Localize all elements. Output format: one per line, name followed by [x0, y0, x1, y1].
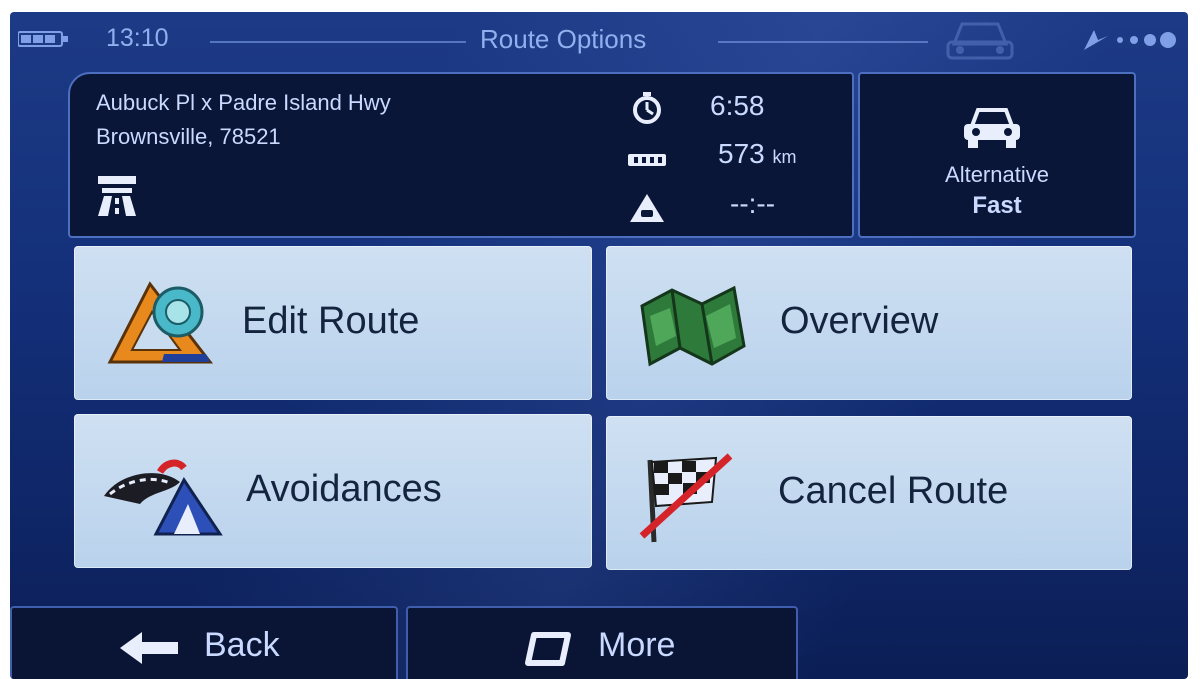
route-distance: 573 km: [718, 138, 797, 170]
cancel-route-label: Cancel Route: [778, 470, 1009, 512]
traffic-warning-icon: [630, 194, 664, 222]
navigation-screen: 13:10 Route Options Aubuck Pl x Padre Is…: [10, 12, 1188, 679]
back-button[interactable]: Back: [10, 606, 398, 679]
back-label: Back: [204, 626, 280, 664]
stopwatch-icon: [633, 92, 661, 124]
more-button[interactable]: More: [406, 606, 798, 679]
edit-route-button[interactable]: Edit Route: [74, 246, 592, 400]
more-icon: [525, 632, 571, 666]
distance-unit: km: [772, 147, 797, 167]
route-summary-panel[interactable]: Aubuck Pl x Padre Island Hwy Brownsville…: [68, 72, 854, 238]
folded-map-icon: [640, 285, 746, 367]
status-bar: 13:10 Route Options: [10, 12, 1188, 68]
clock: 13:10: [106, 24, 169, 52]
overview-label: Overview: [780, 300, 939, 342]
back-arrow-icon: [120, 632, 178, 664]
route-type-button[interactable]: Alternative Fast: [858, 72, 1136, 238]
car-icon: [964, 108, 1020, 148]
road-avoid-icon: [104, 459, 223, 536]
distance-value: 573: [718, 138, 765, 169]
status-divider-right: [718, 41, 928, 43]
edit-route-label: Edit Route: [242, 300, 420, 342]
overview-button[interactable]: Overview: [606, 246, 1132, 400]
cancel-route-button[interactable]: Cancel Route: [606, 416, 1132, 570]
avoidances-button[interactable]: Avoidances: [74, 414, 592, 568]
motorway-icon: [98, 176, 136, 216]
avoidances-label: Avoidances: [246, 468, 442, 510]
screen-title: Route Options: [480, 24, 647, 54]
ruler-triangle-icon: [107, 281, 214, 364]
traffic-delay: --:--: [730, 188, 776, 219]
status-divider-left: [210, 41, 466, 43]
car-watermark-icon: [946, 22, 1014, 60]
distance-ruler-icon: [628, 154, 666, 166]
route-duration: 6:58: [710, 90, 765, 121]
destination-street: Aubuck Pl x Padre Island Hwy: [96, 90, 391, 115]
destination-city: Brownsville, 78521: [96, 124, 281, 149]
route-type-label: Alternative: [945, 162, 1049, 187]
route-type-value: Fast: [972, 192, 1022, 219]
more-label: More: [598, 626, 676, 664]
battery-icon: [18, 31, 68, 47]
crossed-flag-icon: [639, 453, 733, 543]
gps-signal-icon: [1084, 30, 1176, 50]
